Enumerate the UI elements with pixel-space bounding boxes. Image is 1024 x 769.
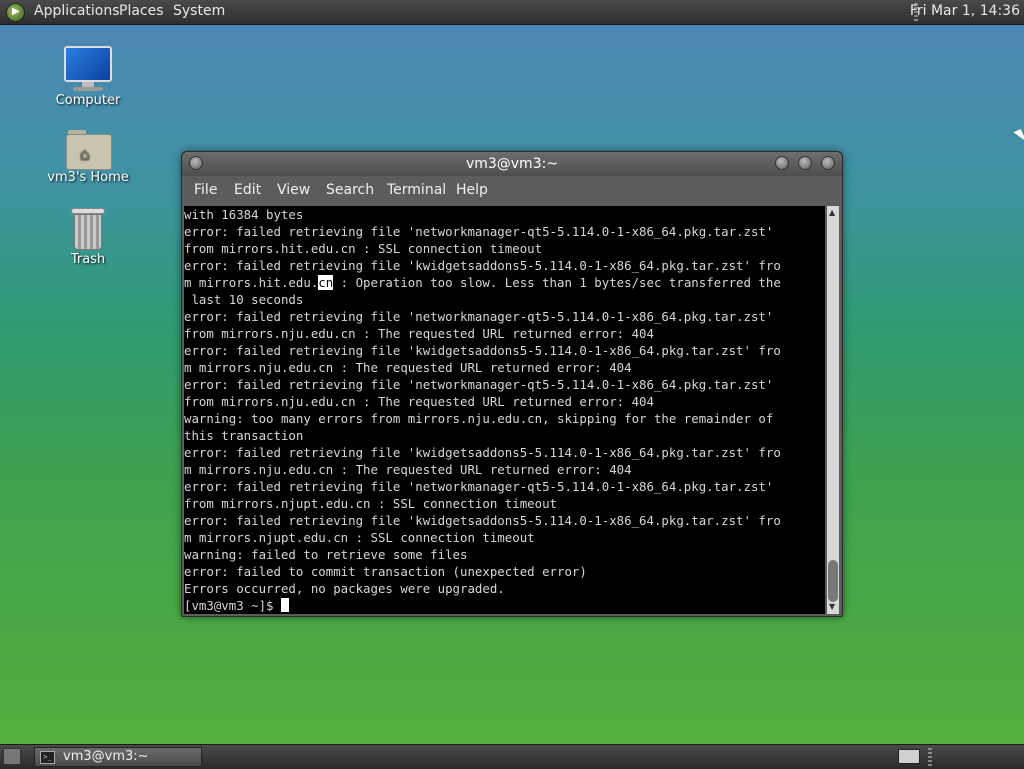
desktop-icon-computer[interactable]: Computer [38,46,138,108]
panel-separator [928,748,932,766]
terminal-line: m mirrors.hit.edu.cn : Operation too slo… [184,275,781,290]
menu-applications[interactable]: Applications [34,3,120,19]
show-desktop-icon[interactable] [3,748,21,765]
terminal-line: this transaction [184,428,304,443]
terminal-line: warning: too many errors from mirrors.nj… [184,411,774,426]
terminal-line: error: failed retrieving file 'kwidgetsa… [184,258,781,273]
terminal-line: error: failed retrieving file 'kwidgetsa… [184,343,781,358]
terminal-icon: >_ [40,751,55,764]
desktop-icon-home[interactable]: ⌂ vm3's Home [38,130,138,185]
menu-terminal[interactable]: Terminal [387,182,446,198]
window-titlebar[interactable]: vm3@vm3:~ [182,152,842,176]
terminal-line: from mirrors.hit.edu.cn : SSL connection… [184,241,543,256]
terminal-line: error: failed retrieving file 'networkma… [184,479,774,494]
terminal-line: with 16384 bytes [184,207,304,222]
window-title: vm3@vm3:~ [465,156,559,172]
terminal-cursor [280,598,289,612]
menu-file[interactable]: File [194,182,217,198]
computer-icon [38,46,138,91]
desktop-icon-trash[interactable]: Trash [38,208,138,267]
taskbar-window-button[interactable]: >_ vm3@vm3:~ [34,747,202,767]
menu-places[interactable]: Places [119,3,164,19]
bottom-panel: >_ vm3@vm3:~ [0,744,1024,769]
terminal-line: from mirrors.njupt.edu.cn : SSL connecti… [184,496,557,511]
terminal-line: m mirrors.nju.edu.cn : The requested URL… [184,462,632,477]
terminal-menubar: File Edit View Search Terminal Help [182,176,842,204]
menu-search[interactable]: Search [326,182,374,198]
desktop-icon-label: Computer [55,93,121,108]
scrollbar-thumb[interactable] [828,560,838,602]
menu-view[interactable]: View [277,182,310,198]
desktop-icon-label: vm3's Home [47,170,129,185]
top-panel: ▶ Applications Places System Fri Mar 1, … [0,0,1024,25]
terminal-output[interactable]: with 16384 bytes error: failed retrieving… [184,206,825,614]
distro-logo-icon[interactable]: ▶ [6,3,25,22]
terminal-line: error: failed retrieving file 'networkma… [184,309,774,324]
terminal-line: error: failed to commit transaction (une… [184,564,587,579]
window-menu-icon[interactable] [189,156,203,170]
menu-system[interactable]: System [173,3,225,19]
terminal-line: from mirrors.nju.edu.cn : The requested … [184,394,654,409]
selected-text: cn [318,275,334,290]
terminal-line: from mirrors.nju.edu.cn : The requested … [184,326,654,341]
mouse-pointer-icon [1013,128,1024,146]
desktop-icon-label: Trash [70,252,106,267]
trash-icon [71,208,105,250]
terminal-line: last 10 seconds [184,292,304,307]
menu-help[interactable]: Help [456,182,488,198]
scroll-up-icon[interactable]: ▲ [829,208,835,217]
terminal-prompt[interactable]: [vm3@vm3 ~]$ [184,597,825,614]
terminal-line: error: failed retrieving file 'kwidgetsa… [184,513,781,528]
close-button[interactable] [821,156,835,170]
terminal-line: m mirrors.njupt.edu.cn : SSL connection … [184,530,535,545]
terminal-line: error: failed retrieving file 'networkma… [184,377,774,392]
taskbar-window-label: vm3@vm3:~ [63,749,149,764]
menu-edit[interactable]: Edit [234,182,261,198]
workspace-switcher[interactable] [898,749,920,764]
clock[interactable]: Fri Mar 1, 14:36 [910,3,1020,19]
minimize-button[interactable] [775,156,789,170]
terminal-line: error: failed retrieving file 'networkma… [184,224,774,239]
home-folder-icon: ⌂ [66,130,112,170]
terminal-window: vm3@vm3:~ File Edit View Search Terminal… [181,151,843,617]
terminal-scrollbar[interactable]: ▲ ▼ [827,206,839,614]
maximize-button[interactable] [798,156,812,170]
terminal-line: m mirrors.nju.edu.cn : The requested URL… [184,360,632,375]
terminal-line: warning: failed to retrieve some files [184,547,468,562]
terminal-line: Errors occurred, no packages were upgrad… [184,581,505,596]
scroll-down-icon[interactable]: ▼ [829,602,835,611]
terminal-line: error: failed retrieving file 'kwidgetsa… [184,445,781,460]
